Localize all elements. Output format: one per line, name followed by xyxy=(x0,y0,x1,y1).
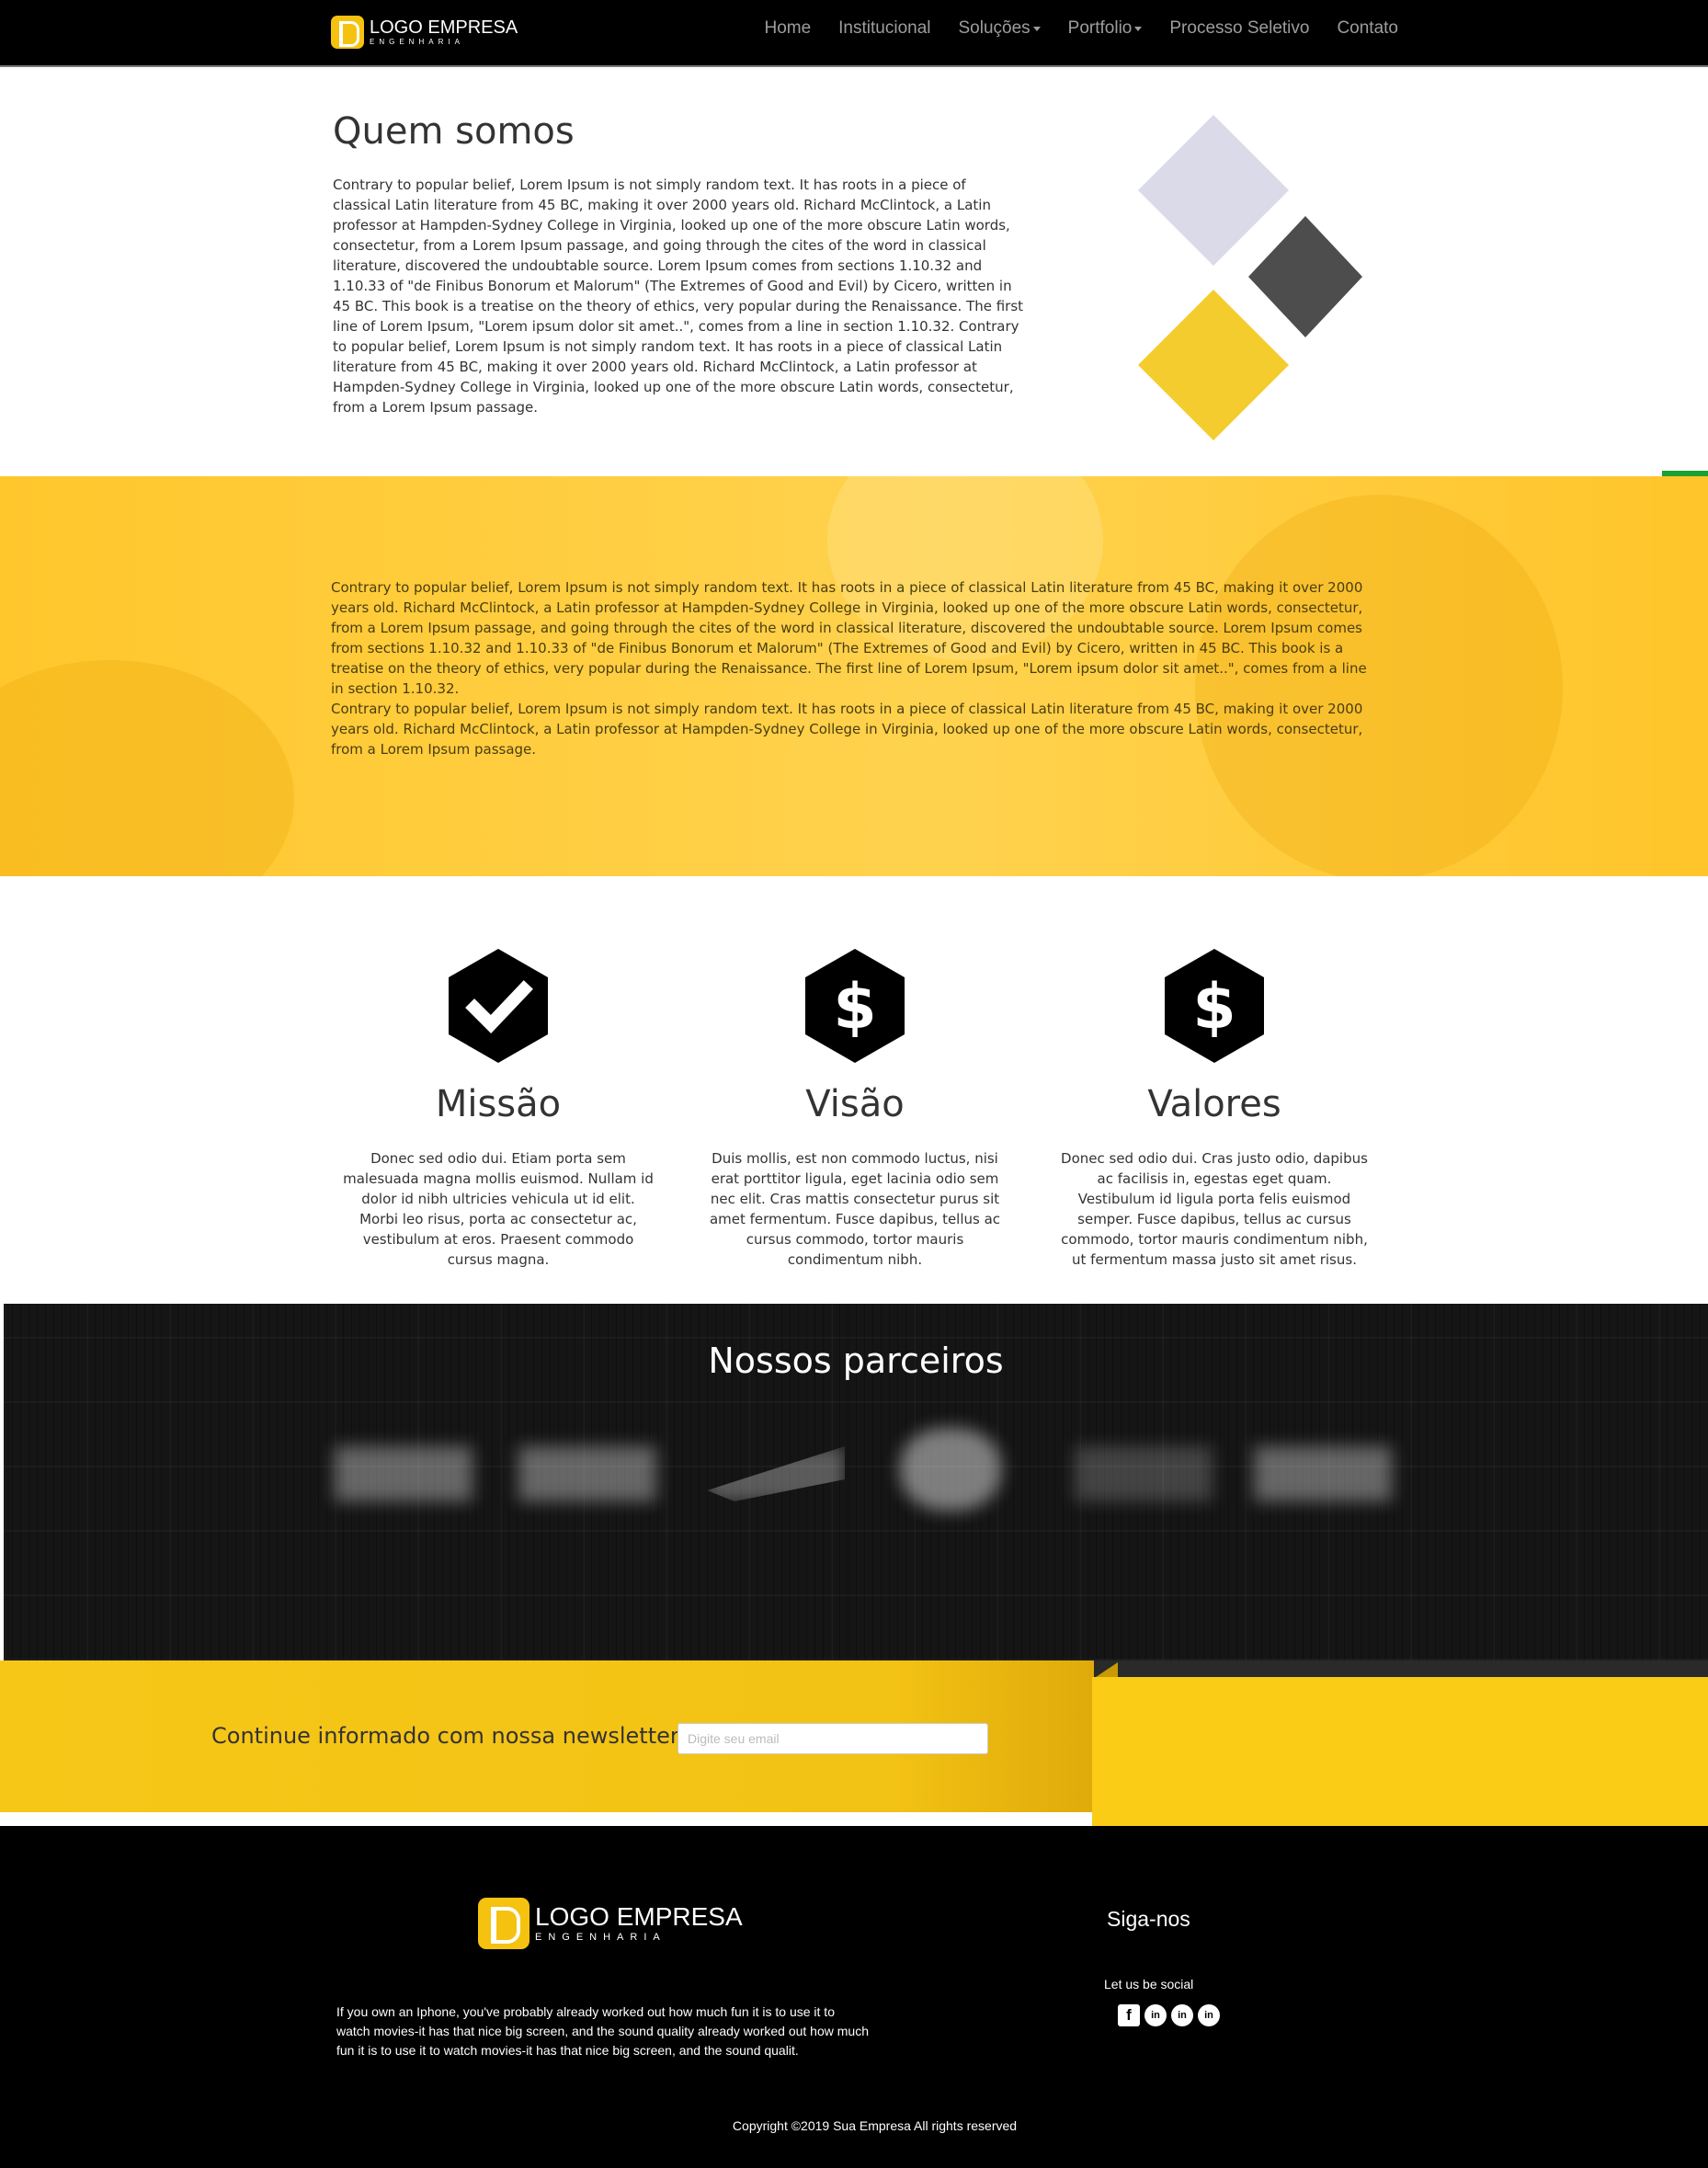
linkedin-icon[interactable]: in xyxy=(1144,2004,1167,2026)
caret-down-icon xyxy=(1032,26,1041,31)
newsletter-fold-corner xyxy=(1096,1662,1118,1677)
newsletter-fold xyxy=(1094,1660,1708,1677)
feature-visao: $ Visão Duis mollis, est non commodo luc… xyxy=(689,947,1020,1270)
social-caption: Let us be social xyxy=(1104,1977,1194,1991)
logo-name: LOGO EMPRESA xyxy=(370,17,518,38)
newsletter-email-input[interactable] xyxy=(678,1723,988,1754)
partner-logo[interactable] xyxy=(1254,1446,1392,1501)
linkedin-icon[interactable]: in xyxy=(1198,2004,1220,2026)
logo-name: LOGO EMPRESA xyxy=(535,1902,743,1931)
partner-logo[interactable] xyxy=(335,1446,473,1501)
partner-logo[interactable] xyxy=(518,1446,656,1501)
svg-text:$: $ xyxy=(1192,971,1235,1044)
feature-missao: Missão Donec sed odio dui. Etiam porta s… xyxy=(333,947,664,1270)
linkedin-icon[interactable]: in xyxy=(1171,2004,1193,2026)
nav-item-label: Portfolio xyxy=(1067,18,1133,38)
partner-logo[interactable] xyxy=(900,1428,1001,1511)
diamond-light xyxy=(1138,115,1289,266)
logo-tagline: ENGENHARIA xyxy=(535,1932,666,1943)
feature-text: Duis mollis, est non commodo luctus, nis… xyxy=(709,1150,1001,1268)
nav-item-processo-seletivo[interactable]: Processo Seletivo xyxy=(1169,18,1309,39)
diamond-yellow xyxy=(1138,290,1289,440)
nav-item-home[interactable]: Home xyxy=(764,18,811,39)
partner-logo[interactable] xyxy=(707,1446,845,1501)
partner-logo[interactable] xyxy=(1075,1446,1213,1501)
diamond-dark xyxy=(1248,216,1362,337)
nav-item-label: Soluções xyxy=(958,18,1030,38)
band-paragraph: Contrary to popular belief, Lorem Ipsum … xyxy=(331,701,1363,758)
logo-icon xyxy=(331,16,364,49)
navbar: LOGO EMPRESA ENGENHARIA Home Institucion… xyxy=(0,0,1708,67)
facebook-icon[interactable]: f xyxy=(1118,2004,1140,2026)
partners-section: Nossos parceiros xyxy=(0,1304,1708,1660)
nav-item-label: Contato xyxy=(1337,18,1398,38)
footer-logo[interactable]: LOGO EMPRESA ENGENHARIA xyxy=(478,1898,743,1949)
feature-title: Visão xyxy=(805,1083,905,1125)
caret-down-icon xyxy=(1134,26,1143,31)
about-band: Contrary to popular belief, Lorem Ipsum … xyxy=(0,476,1708,876)
newsletter-panel xyxy=(1092,1677,1708,1826)
social-links: f in in in xyxy=(1118,2004,1220,2026)
nav-item-label: Home xyxy=(764,18,812,38)
newsletter-label: Continue informado com nossa newsletter xyxy=(211,1723,679,1749)
checkmark-hexagon-icon xyxy=(449,949,548,1063)
feature-title: Valores xyxy=(1147,1083,1281,1125)
logo-tagline: ENGENHARIA xyxy=(370,38,464,46)
nav-item-contato[interactable]: Contato xyxy=(1337,18,1398,39)
band-paragraph: Contrary to popular belief, Lorem Ipsum … xyxy=(331,579,1367,697)
nav-item-solucoes[interactable]: Soluções xyxy=(959,18,1041,39)
footer-text: If you own an Iphone, you've probably al… xyxy=(336,2004,869,2058)
svg-text:$: $ xyxy=(833,971,876,1044)
nav-item-label: Institucional xyxy=(838,18,931,38)
footer: LOGO EMPRESA ENGENHARIA If you own an Ip… xyxy=(0,1826,1708,2168)
logo-icon xyxy=(478,1898,529,1949)
band-photo-shade xyxy=(0,660,294,876)
about-text: Contrary to popular belief, Lorem Ipsum … xyxy=(333,177,1024,416)
about-title: Quem somos xyxy=(333,110,575,153)
follow-title: Siga-nos xyxy=(1107,1907,1190,1931)
band-text: Contrary to popular belief, Lorem Ipsum … xyxy=(331,577,1379,759)
nav-item-institucional[interactable]: Institucional xyxy=(838,18,930,39)
dollar-hexagon-icon: $ xyxy=(1165,949,1264,1063)
feature-text: Donec sed odio dui. Etiam porta sem male… xyxy=(343,1150,654,1268)
brand-logo[interactable]: LOGO EMPRESA ENGENHARIA xyxy=(331,16,518,49)
nav-item-label: Processo Seletivo xyxy=(1169,18,1310,38)
feature-title: Missão xyxy=(435,1083,562,1125)
main-menu: Home Institucional Soluções Portfolio Pr… xyxy=(764,18,1398,39)
dollar-hexagon-icon: $ xyxy=(805,949,905,1063)
partners-title: Nossos parceiros xyxy=(708,1341,1004,1381)
nav-item-portfolio[interactable]: Portfolio xyxy=(1068,18,1143,39)
logo-text: LOGO EMPRESA ENGENHARIA xyxy=(535,1904,743,1943)
decorative-diamonds xyxy=(1138,115,1362,440)
logo-text: LOGO EMPRESA ENGENHARIA xyxy=(370,18,518,46)
feature-text: Donec sed odio dui. Cras justo odio, dap… xyxy=(1061,1150,1368,1268)
copyright: Copyright ©2019 Sua Empresa All rights r… xyxy=(732,2118,1018,2133)
feature-valores: $ Valores Donec sed odio dui. Cras justo… xyxy=(1049,947,1380,1270)
